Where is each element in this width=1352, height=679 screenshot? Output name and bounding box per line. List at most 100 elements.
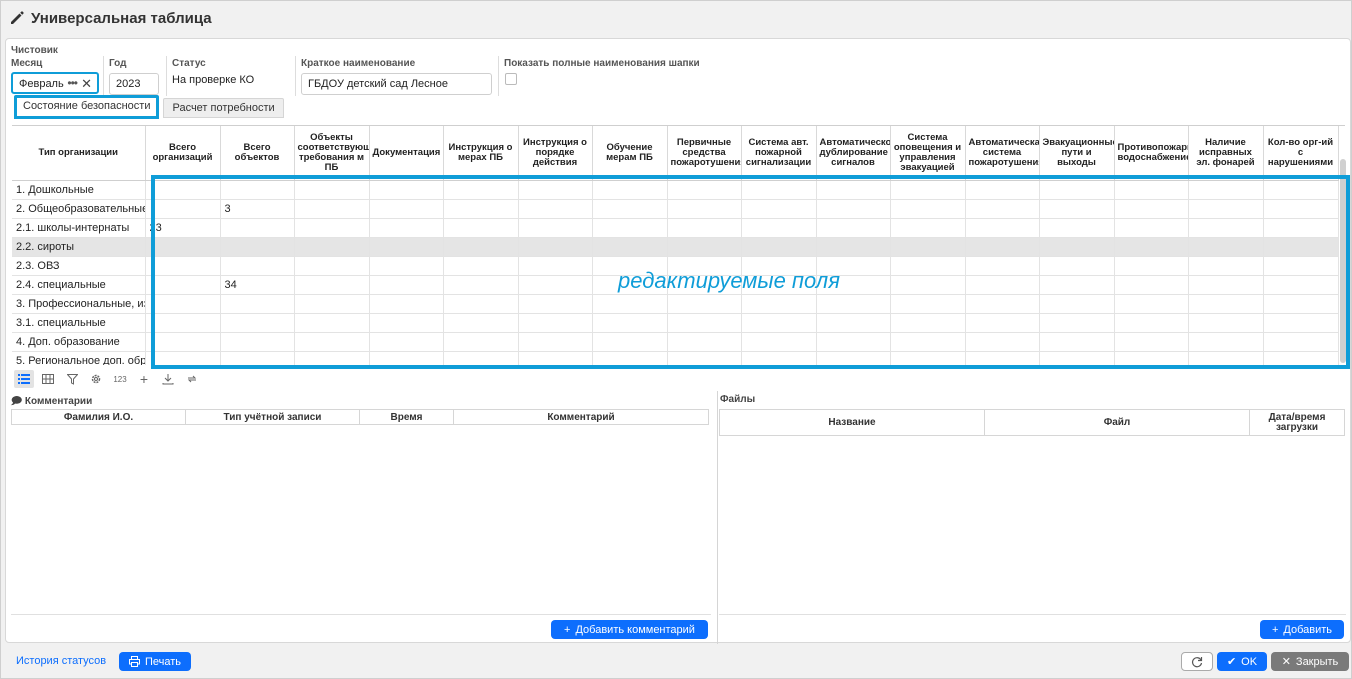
comments-col-account-type[interactable]: Тип учётной записи [185, 409, 360, 425]
grid-cell[interactable] [369, 199, 444, 219]
grid-cell[interactable] [1114, 332, 1189, 352]
grid-cell[interactable] [592, 237, 668, 257]
grid-cell[interactable] [741, 332, 817, 352]
grid-cell[interactable] [965, 313, 1040, 333]
grid-cell[interactable] [741, 218, 817, 238]
table-row[interactable]: 2.2. сироты [12, 237, 1339, 257]
grid-cell[interactable] [443, 256, 519, 276]
grid-cell[interactable] [518, 180, 593, 200]
grid-cell[interactable] [890, 256, 966, 276]
grid-cell[interactable] [1114, 180, 1189, 200]
grid-cell[interactable] [369, 256, 444, 276]
grid-col-header[interactable]: Автоматическая система пожаротушения [965, 126, 1040, 181]
grid-cell[interactable] [592, 180, 668, 200]
grid-cell[interactable] [294, 275, 370, 295]
grid-col-header[interactable]: Всего организаций [145, 126, 221, 181]
grid-cell[interactable] [816, 237, 891, 257]
table-row[interactable]: 3. Профессиональные, из них [12, 294, 1339, 314]
grid-cell[interactable] [965, 275, 1040, 295]
cell-objects[interactable]: 3 [220, 199, 295, 219]
grid-cell[interactable] [369, 332, 444, 352]
grid-cell[interactable] [294, 351, 370, 365]
grid-cell[interactable] [1039, 313, 1115, 333]
cell-objects[interactable] [220, 351, 295, 365]
comments-col-comment[interactable]: Комментарий [453, 409, 709, 425]
grid-cell[interactable] [443, 294, 519, 314]
grid-cell[interactable] [667, 180, 742, 200]
grid-cell[interactable] [667, 332, 742, 352]
grid-cell[interactable] [667, 199, 742, 219]
grid-cell[interactable] [816, 313, 891, 333]
grid-cell[interactable] [518, 199, 593, 219]
grid-cell[interactable] [1114, 294, 1189, 314]
grid-cell[interactable] [1039, 256, 1115, 276]
grid-cell[interactable] [369, 294, 444, 314]
grid-col-header[interactable]: Обучение мерам ПБ [592, 126, 668, 181]
grid-cell[interactable] [965, 199, 1040, 219]
grid-col-header[interactable]: Инструкция о порядке действия [518, 126, 593, 181]
refresh-icon[interactable] [182, 370, 202, 388]
grid-cell[interactable] [741, 180, 817, 200]
cell-orgs[interactable] [145, 180, 221, 200]
cell-orgs[interactable] [145, 256, 221, 276]
grid-cell[interactable] [667, 313, 742, 333]
grid-cell[interactable] [1188, 275, 1264, 295]
files-col-name[interactable]: Название [719, 409, 985, 436]
grid-cell[interactable] [443, 218, 519, 238]
grid-cell[interactable] [1039, 332, 1115, 352]
add-icon[interactable]: + [134, 370, 154, 388]
short-name-field[interactable]: ГБДОУ детский сад Лесное [301, 73, 492, 95]
cell-objects[interactable] [220, 180, 295, 200]
grid-cell[interactable] [890, 294, 966, 314]
show-full-headers-checkbox[interactable] [505, 73, 517, 85]
cell-objects[interactable] [220, 332, 295, 352]
grid-cell[interactable] [1039, 275, 1115, 295]
filter-icon[interactable] [62, 370, 82, 388]
grid-cell[interactable] [1188, 218, 1264, 238]
grid-cell[interactable] [369, 351, 444, 365]
grid-cell[interactable] [518, 256, 593, 276]
grid-cell[interactable] [1263, 332, 1339, 352]
grid-col-header[interactable]: Объекты соответствующие требования м ПБ [294, 126, 370, 181]
list-icon[interactable] [14, 370, 34, 388]
cell-objects[interactable] [220, 313, 295, 333]
grid-cell[interactable] [1188, 313, 1264, 333]
month-field[interactable]: Февраль ••• ✕ [11, 72, 99, 94]
cell-objects[interactable]: 34 [220, 275, 295, 295]
grid-cell[interactable] [518, 313, 593, 333]
grid-cell[interactable] [965, 218, 1040, 238]
grid-cell[interactable] [667, 237, 742, 257]
grid-col-header[interactable]: Всего объектов [220, 126, 295, 181]
grid-cell[interactable] [518, 275, 593, 295]
grid-cell[interactable] [1188, 294, 1264, 314]
grid-cell[interactable] [443, 332, 519, 352]
table-row[interactable]: 2.1. школы-интернаты 23 [12, 218, 1339, 238]
grid-cell[interactable] [890, 351, 966, 365]
cell-objects[interactable] [220, 237, 295, 257]
cell-orgs[interactable] [145, 237, 221, 257]
grid-cell[interactable] [518, 351, 593, 365]
grid-cell[interactable] [965, 256, 1040, 276]
grid-cell[interactable] [294, 256, 370, 276]
grid-cell[interactable] [1114, 275, 1189, 295]
grid-col-header[interactable]: Документация [369, 126, 444, 181]
grid-cell[interactable] [592, 199, 668, 219]
cell-orgs[interactable] [145, 199, 221, 219]
grid-cell[interactable] [592, 294, 668, 314]
grid-cell[interactable] [1188, 332, 1264, 352]
grid-col-header[interactable]: Наличие исправных эл. фонарей [1188, 126, 1264, 181]
grid-col-header[interactable]: Система авт. пожарной сигнализации [741, 126, 817, 181]
grid-cell[interactable] [369, 237, 444, 257]
grid-cell[interactable] [518, 332, 593, 352]
grid-cell[interactable] [1039, 218, 1115, 238]
grid-cell[interactable] [1263, 180, 1339, 200]
refresh-button[interactable] [1181, 652, 1213, 671]
cell-orgs[interactable] [145, 351, 221, 365]
grid-col-header[interactable]: Инструкция о мерах ПБ [443, 126, 519, 181]
grid-cell[interactable] [294, 294, 370, 314]
grid-col-header[interactable]: Тип организации [12, 126, 146, 181]
grid-cell[interactable] [741, 351, 817, 365]
table-row[interactable]: 1. Дошкольные [12, 180, 1339, 200]
grid-cell[interactable] [667, 351, 742, 365]
grid-cell[interactable] [741, 313, 817, 333]
